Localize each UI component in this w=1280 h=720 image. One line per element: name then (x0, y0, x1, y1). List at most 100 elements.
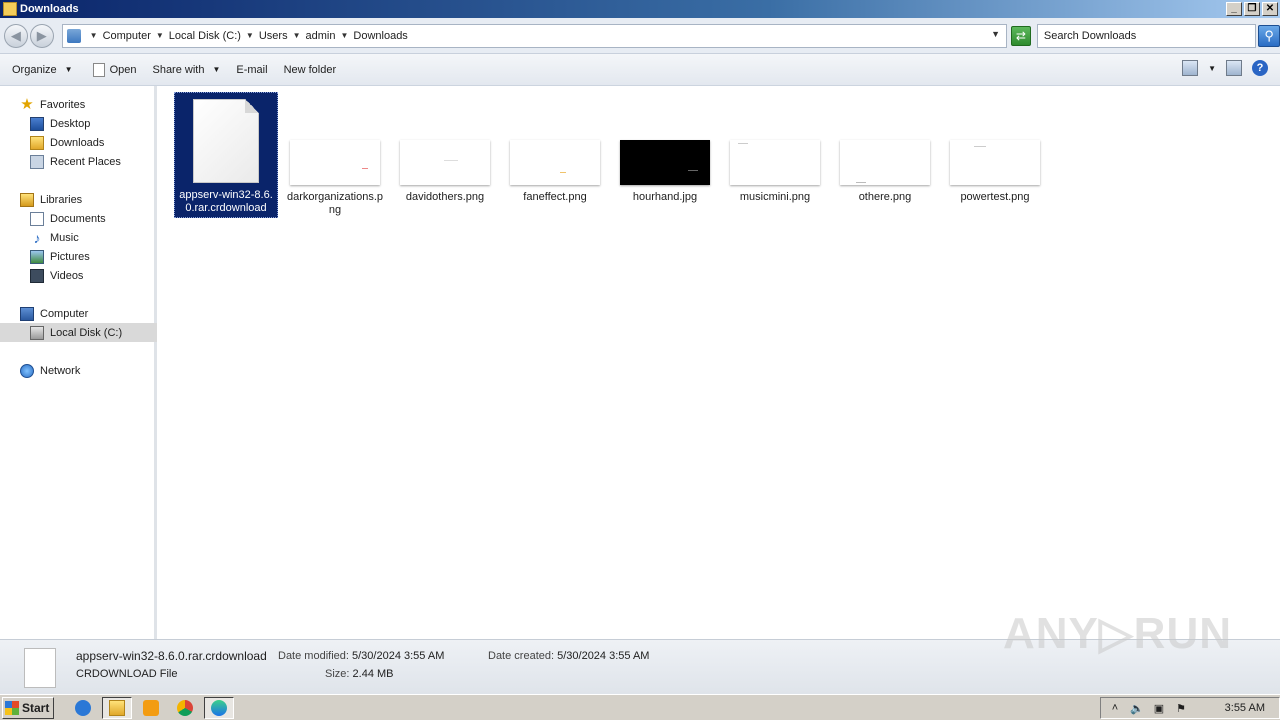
date-created-label: Date created: (488, 650, 555, 662)
nav-pictures[interactable]: Pictures (30, 247, 90, 266)
close-button[interactable]: ✕ (1262, 2, 1278, 16)
nav-network[interactable]: Network (20, 361, 80, 380)
window-titlebar[interactable]: Downloads _ ❐ ✕ (0, 0, 1280, 18)
breadcrumb-downloads[interactable]: Downloads (353, 30, 407, 42)
file-item[interactable]: hourhand.jpg (613, 140, 717, 205)
file-name: appserv-win32-8.6.0.rar.crdownload (179, 189, 273, 214)
breadcrumb-local-disk[interactable]: Local Disk (C:) (169, 30, 241, 42)
search-input[interactable]: Search Downloads (1036, 23, 1257, 48)
chrome-button[interactable] (170, 697, 200, 719)
new-folder-label: New folder (283, 63, 337, 76)
size-label: Size: (325, 668, 350, 680)
chevron-down-icon[interactable]: ▼ (246, 31, 254, 40)
arrow-left-icon: ◀ (10, 27, 21, 43)
nav-libraries[interactable]: Libraries (20, 190, 82, 209)
search-icon: ⚲ (1264, 27, 1274, 43)
organize-button[interactable]: Organize ▼ (4, 54, 81, 85)
address-dropdown-icon[interactable]: ▼ (991, 29, 1000, 39)
maximize-button[interactable]: ❐ (1244, 2, 1260, 16)
nav-recent-places[interactable]: Recent Places (30, 152, 121, 171)
network-icon (20, 363, 34, 378)
chevron-down-icon: ▼ (212, 65, 221, 74)
image-thumbnail (950, 140, 1040, 185)
file-document-icon (193, 99, 259, 183)
open-button[interactable]: Open (85, 54, 145, 85)
edge-button[interactable] (204, 696, 234, 719)
help-icon[interactable]: ? (1252, 60, 1268, 76)
chevron-down-icon[interactable]: ▼ (293, 31, 301, 40)
search-button[interactable]: ⚲ (1258, 24, 1280, 47)
share-with-button[interactable]: Share with ▼ (144, 54, 228, 85)
nav-desktop[interactable]: Desktop (30, 114, 90, 133)
watermark-logo: ANY▷RUN (1002, 609, 1232, 658)
window-title: Downloads (20, 3, 79, 15)
windows-logo-icon (5, 700, 19, 715)
window-controls: _ ❐ ✕ (1226, 2, 1278, 16)
file-item[interactable]: darkorganizations.png (283, 140, 387, 218)
arrow-right-icon: ▶ (36, 27, 47, 43)
local-disk-icon (30, 325, 44, 340)
media-player-button[interactable] (136, 697, 166, 719)
address-bar[interactable]: ▼ Computer ▼ Local Disk (C:) ▼ Users ▼ a… (61, 23, 1008, 48)
refresh-button[interactable]: ⇄ (1011, 25, 1031, 46)
breadcrumb-computer[interactable]: Computer (103, 30, 151, 42)
chevron-down-icon[interactable]: ▼ (156, 31, 164, 40)
quick-launch (68, 696, 234, 719)
nav-videos[interactable]: Videos (30, 266, 83, 285)
nav-network-label: Network (40, 364, 81, 377)
nav-documents[interactable]: Documents (30, 209, 106, 228)
nav-videos-label: Videos (50, 269, 84, 282)
chevron-right-icon[interactable]: ▼ (90, 31, 98, 40)
network-status-icon[interactable]: ▣ (1151, 702, 1167, 715)
navigation-pane: ★ Favorites Desktop Downloads Recent Pla… (0, 86, 157, 639)
file-item[interactable]: appserv-win32-8.6.0.rar.crdownload (174, 92, 278, 218)
details-size: Size: 2.44 MB (325, 668, 394, 680)
file-list-view[interactable]: appserv-win32-8.6.0.rar.crdownload darko… (160, 86, 1280, 639)
change-view-icon[interactable] (1182, 60, 1199, 76)
image-thumbnail (400, 140, 490, 185)
chevron-down-icon[interactable]: ▼ (340, 31, 348, 40)
internet-explorer-button[interactable] (68, 697, 98, 719)
chrome-icon (177, 699, 193, 716)
share-with-label: Share with (152, 63, 205, 76)
taskbar-clock[interactable]: 3:55 AM (1225, 702, 1265, 714)
nav-favorites[interactable]: ★ Favorites (20, 95, 85, 114)
nav-music[interactable]: ♪ Music (30, 228, 79, 247)
back-button[interactable]: ◀ (4, 23, 28, 48)
file-item[interactable]: othere.png (833, 140, 937, 205)
file-item[interactable]: powertest.png (943, 140, 1047, 205)
star-icon: ★ (20, 95, 34, 113)
file-item[interactable]: faneffect.png (503, 140, 607, 205)
internet-explorer-icon (75, 699, 91, 716)
folder-icon (109, 699, 125, 716)
nav-favorites-label: Favorites (40, 98, 86, 111)
file-name: darkorganizations.png (286, 191, 383, 216)
email-button[interactable]: E-mail (228, 54, 275, 85)
refresh-icon: ⇄ (1015, 28, 1026, 43)
forward-button[interactable]: ▶ (29, 23, 54, 48)
start-button[interactable]: Start (2, 696, 54, 719)
media-player-icon (143, 699, 159, 716)
chevron-down-icon[interactable]: ▼ (1208, 64, 1216, 73)
file-item[interactable]: musicmini.png (723, 140, 827, 205)
breadcrumb-users[interactable]: Users (259, 30, 288, 42)
date-modified-value: 5/30/2024 3:55 AM (352, 650, 445, 662)
breadcrumb-admin[interactable]: admin (306, 30, 336, 42)
image-thumbnail (620, 140, 710, 185)
nav-local-disk[interactable]: Local Disk (C:) (0, 323, 157, 342)
file-document-icon (24, 648, 56, 688)
image-thumbnail (730, 140, 820, 185)
new-folder-button[interactable]: New folder (276, 54, 345, 85)
show-hidden-icons-icon[interactable]: ˄ (1107, 702, 1123, 714)
action-center-flag-icon[interactable]: ⚑ (1173, 702, 1189, 715)
preview-pane-icon[interactable] (1226, 60, 1242, 76)
system-tray: ˄ 🔈 ▣ ⚑ 3:55 AM (1100, 697, 1280, 719)
nav-computer[interactable]: Computer (20, 304, 88, 323)
explorer-taskbar-button[interactable] (102, 696, 132, 719)
nav-downloads[interactable]: Downloads (30, 133, 104, 152)
speaker-icon[interactable]: 🔈 (1129, 702, 1145, 715)
file-item[interactable]: davidothers.png (393, 140, 497, 205)
minimize-button[interactable]: _ (1226, 2, 1242, 16)
nav-music-label: Music (50, 231, 79, 244)
edge-icon (211, 699, 227, 716)
